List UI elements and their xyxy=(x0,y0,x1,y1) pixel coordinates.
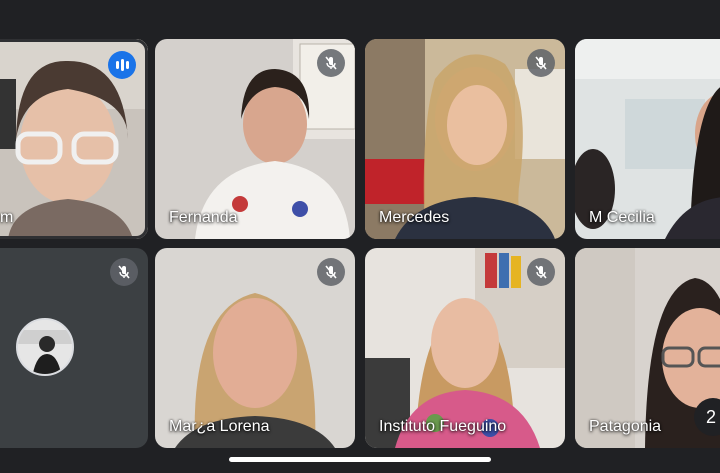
muted-mic-icon xyxy=(317,49,345,77)
muted-mic-icon xyxy=(317,258,345,286)
muted-mic-icon xyxy=(110,258,138,286)
participant-tile-fernanda[interactable]: Fernanda xyxy=(155,39,355,239)
participant-name: Mar¿a Lorena xyxy=(169,418,270,435)
muted-mic-icon xyxy=(527,49,555,77)
participant-name: m xyxy=(0,209,14,226)
home-indicator[interactable] xyxy=(229,457,491,462)
participant-name: M Cecilia xyxy=(589,209,655,226)
profile-avatar xyxy=(16,318,74,376)
participant-name: Patagonia xyxy=(589,418,662,435)
participant-name: Mercedes xyxy=(379,209,450,226)
participant-name: Fernanda xyxy=(169,209,238,226)
more-participants-count: 2 xyxy=(706,406,717,427)
participant-tile-patagonia[interactable]: Patagonia 2 xyxy=(575,248,720,448)
participant-tile-speaker[interactable]: m xyxy=(0,39,148,239)
muted-mic-icon xyxy=(527,258,555,286)
participant-tile-mercedes[interactable]: Mercedes xyxy=(365,39,565,239)
participant-tile-maria-lorena[interactable]: Mar¿a Lorena xyxy=(155,248,355,448)
participant-tile-instituto-fueguino[interactable]: Instituto Fueguino xyxy=(365,248,565,448)
participant-tile-m-cecilia[interactable]: M Cecilia xyxy=(575,39,720,239)
participant-tile-avatar[interactable] xyxy=(0,248,148,448)
participant-name: Instituto Fueguino xyxy=(379,418,507,435)
speaking-indicator-icon xyxy=(108,51,136,79)
